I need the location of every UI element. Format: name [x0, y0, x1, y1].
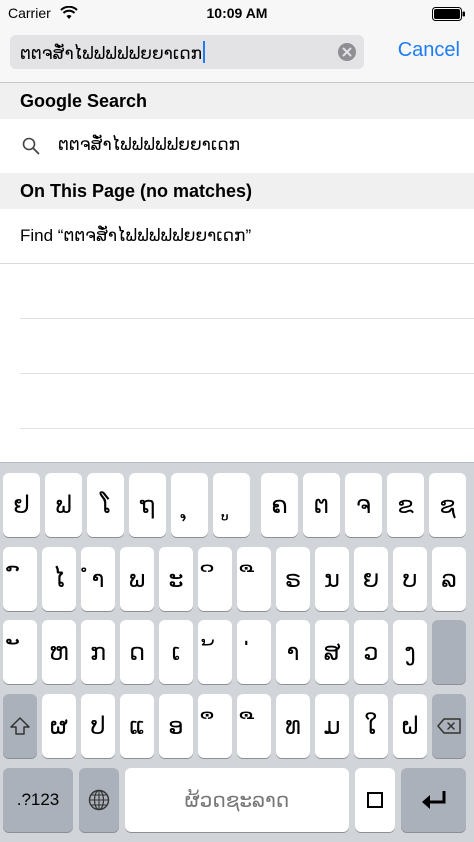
- safari-search-screen: Carrier 10:09 AM ຕຕຈສັ່ໍາໄຟຟຟຟຟຍຍາເດກ Ca…: [0, 0, 474, 842]
- key[interactable]: ຜ: [42, 694, 76, 758]
- return-key[interactable]: [401, 768, 466, 832]
- key[interactable]: ໃ: [354, 694, 388, 758]
- list-divider: [20, 428, 474, 429]
- lao-keyboard: ຢ ຟ ໂ ຖ ຸ ູ ຄ ຕ ຈ ຂ ຊ ົ ໄ ຳ ພ ະ ິ ື ຣ ນ …: [0, 462, 474, 842]
- key[interactable]: ຕ: [303, 473, 340, 537]
- return-icon: [421, 791, 445, 809]
- google-search-header-label: Google Search: [20, 91, 148, 111]
- key[interactable]: ຸ: [171, 473, 208, 537]
- key[interactable]: ລ: [432, 547, 466, 611]
- backspace-key[interactable]: [432, 694, 466, 758]
- key[interactable]: ໄ: [42, 547, 76, 611]
- key[interactable]: ຖ: [129, 473, 166, 537]
- shift-icon: [10, 717, 30, 735]
- key[interactable]: ໂ: [87, 473, 124, 537]
- key[interactable]: ສ: [315, 620, 349, 684]
- search-input[interactable]: ຕຕຈສັ່ໍາໄຟຟຟຟຟຍຍາເດກ: [10, 35, 364, 69]
- key[interactable]: ຝ: [393, 694, 427, 758]
- key[interactable]: ງ: [393, 620, 427, 684]
- list-divider: [20, 373, 474, 374]
- text-caret: [203, 41, 206, 63]
- key[interactable]: ິ: [198, 547, 232, 611]
- key[interactable]: ູ: [213, 473, 250, 537]
- key[interactable]: ື: [237, 694, 271, 758]
- key[interactable]: ກ: [81, 620, 115, 684]
- key[interactable]: ນ: [315, 547, 349, 611]
- globe-key[interactable]: [79, 768, 119, 832]
- find-on-page-text: Find “ຕຕຈສັ່ໍາໄຟຟຟຟຟຍຍາເດກ”: [20, 226, 252, 245]
- key[interactable]: ະ: [159, 547, 193, 611]
- globe-icon: [88, 789, 110, 811]
- google-search-header: Google Search: [0, 83, 474, 119]
- search-icon: [22, 137, 40, 155]
- key[interactable]: ຳ: [81, 547, 115, 611]
- shift-key[interactable]: [3, 694, 37, 758]
- key[interactable]: ົ: [3, 547, 37, 611]
- space-key[interactable]: ຜ້ວດຊະລາດ: [125, 768, 349, 832]
- key[interactable]: ັ: [3, 620, 37, 684]
- on-this-page-header: On This Page (no matches): [0, 173, 474, 209]
- key[interactable]: ຂ: [387, 473, 424, 537]
- status-bar: Carrier 10:09 AM: [0, 0, 474, 28]
- key[interactable]: ແ: [120, 694, 154, 758]
- key[interactable]: າ: [276, 620, 310, 684]
- google-suggestion-text: ຕຕຈສັ່ໍາໄຟຟຟຟຟຍຍາເດກ: [58, 135, 241, 155]
- key[interactable]: ຍ: [354, 547, 388, 611]
- special-key[interactable]: [355, 768, 395, 832]
- numbers-key[interactable]: .?123: [3, 768, 73, 832]
- key[interactable]: ມ: [315, 694, 349, 758]
- key[interactable]: ່: [237, 620, 271, 684]
- key[interactable]: ຟ: [45, 473, 82, 537]
- google-suggestion-row[interactable]: ຕຕຈສັ່ໍາໄຟຟຟຟຟຍຍາເດກ: [0, 119, 474, 173]
- battery-icon: [432, 7, 465, 21]
- list-divider: [20, 318, 474, 319]
- key[interactable]: ື: [237, 547, 271, 611]
- key[interactable]: ພ: [120, 547, 154, 611]
- search-bar: ຕຕຈສັ່ໍາໄຟຟຟຟຟຍຍາເດກ Cancel: [0, 28, 474, 83]
- backspace-icon: [437, 718, 461, 734]
- status-time: 10:09 AM: [206, 5, 268, 21]
- clear-text-icon[interactable]: [338, 43, 356, 61]
- key[interactable]: ອ: [159, 694, 193, 758]
- key[interactable]: ຄ: [261, 473, 298, 537]
- key[interactable]: ຈ: [345, 473, 382, 537]
- key[interactable]: ດ: [120, 620, 154, 684]
- on-this-page-header-label: On This Page (no matches): [20, 181, 253, 201]
- key[interactable]: ເ: [159, 620, 193, 684]
- key[interactable]: ທ: [276, 694, 310, 758]
- search-query-text: ຕຕຈສັ່ໍາໄຟຟຟຟຟຍຍາເດກ: [20, 41, 206, 64]
- cancel-button[interactable]: Cancel: [398, 39, 460, 62]
- key[interactable]: ຢ: [3, 473, 40, 537]
- key[interactable]: ຊ: [429, 473, 466, 537]
- square-symbol-icon: [367, 792, 383, 808]
- key[interactable]: ້: [198, 620, 232, 684]
- key[interactable]: ບ: [393, 547, 427, 611]
- key[interactable]: ປ: [81, 694, 115, 758]
- key-spacer: [432, 620, 466, 684]
- key[interactable]: ຶ: [198, 694, 232, 758]
- search-query-value: ຕຕຈສັ່ໍາໄຟຟຟຟຟຍຍາເດກ: [20, 44, 203, 64]
- key[interactable]: ຣ: [276, 547, 310, 611]
- find-on-page-row[interactable]: Find “ຕຕຈສັ່ໍາໄຟຟຟຟຟຍຍາເດກ”: [0, 209, 474, 264]
- key[interactable]: ຫ: [42, 620, 76, 684]
- key[interactable]: ວ: [354, 620, 388, 684]
